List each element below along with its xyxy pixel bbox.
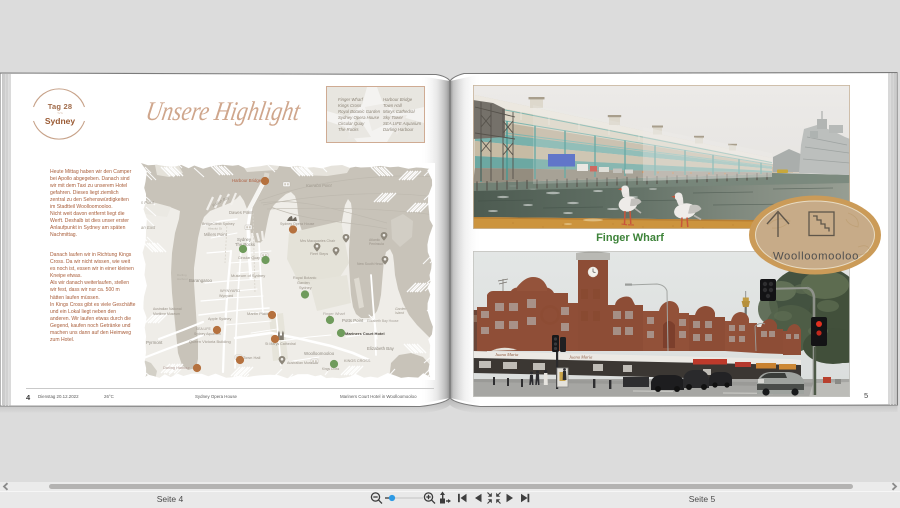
- svg-text:Sydney: Sydney: [299, 286, 312, 290]
- svg-text:Kings Cross: Kings Cross: [322, 367, 340, 371]
- svg-text:Darling Harbour: Darling Harbour: [163, 366, 191, 370]
- svg-text:Circular Quay: Circular Quay: [238, 256, 260, 260]
- svg-text:Apple Sydney: Apple Sydney: [208, 317, 232, 321]
- svg-text:KINGS CROSS: KINGS CROSS: [344, 359, 371, 363]
- svg-text:Garden: Garden: [297, 281, 310, 285]
- svg-text:Harbour Bridge: Harbour Bridge: [232, 178, 262, 183]
- svg-text:Island: Island: [395, 311, 404, 315]
- svg-text:Maritime Museum: Maritime Museum: [153, 312, 180, 316]
- svg-text:Fleet Steps: Fleet Steps: [310, 252, 328, 256]
- svg-text:an East: an East: [141, 225, 156, 230]
- svg-text:Museum of Sydney: Museum of Sydney: [231, 273, 265, 278]
- svg-text:Mrs Macquaries Chair: Mrs Macquaries Chair: [300, 239, 336, 243]
- svg-text:WYNYARD: WYNYARD: [220, 288, 240, 293]
- svg-text:Wynyard: Wynyard: [219, 294, 233, 298]
- svg-text:New South Head: New South Head: [357, 262, 383, 266]
- svg-text:Kurraba Point: Kurraba Point: [306, 183, 332, 188]
- svg-text:Queen Victoria Building: Queen Victoria Building: [189, 339, 231, 344]
- svg-text:Finger Wharf: Finger Wharf: [323, 312, 346, 316]
- svg-text:Millers Point: Millers Point: [204, 232, 228, 237]
- svg-text:Harbour: Harbour: [177, 277, 188, 281]
- svg-text:St Marys Cathedral: St Marys Cathedral: [265, 342, 296, 346]
- svg-text:Pyrmont: Pyrmont: [146, 340, 163, 345]
- svg-text:Juana Maria: Juana Maria: [569, 355, 593, 360]
- svg-text:Woolloomooloo: Woolloomooloo: [773, 251, 859, 263]
- svg-text:s Point: s Point: [141, 200, 155, 205]
- svg-text:Australian National: Australian National: [153, 307, 182, 311]
- svg-text:Elizabeth Bay: Elizabeth Bay: [367, 346, 395, 351]
- svg-text:Potts Point: Potts Point: [342, 318, 364, 323]
- svg-text:Peninsula: Peninsula: [369, 242, 384, 246]
- svg-text:Australian Museum: Australian Museum: [287, 361, 318, 365]
- svg-text:Woolloomooloo: Woolloomooloo: [304, 351, 335, 356]
- svg-text:Elizabeth Bay House: Elizabeth Bay House: [367, 319, 399, 323]
- svg-text:Royal Botanic: Royal Botanic: [293, 276, 317, 280]
- svg-text:Martin Place: Martin Place: [247, 311, 270, 316]
- svg-text:Dawes Point: Dawes Point: [229, 210, 253, 215]
- svg-text:Mariners Court Hotel: Mariners Court Hotel: [345, 331, 385, 336]
- svg-text:SEA LIFE: SEA LIFE: [196, 327, 211, 331]
- svg-text:Sydney Opera House: Sydney Opera House: [280, 222, 314, 226]
- svg-text:BridgeClimb Sydney: BridgeClimb Sydney: [202, 222, 235, 226]
- svg-text:Absolut St: Absolut St: [208, 227, 222, 231]
- svg-text:Juana Maria: Juana Maria: [495, 352, 519, 357]
- svg-text:Town Hall: Town Hall: [243, 355, 260, 360]
- svg-text:Barangaroo: Barangaroo: [189, 278, 213, 283]
